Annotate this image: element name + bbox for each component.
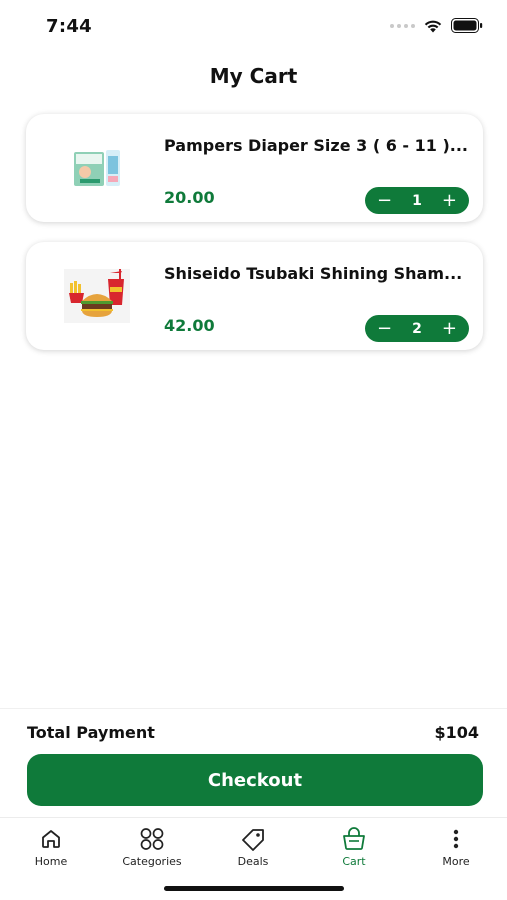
product-thumbnail xyxy=(62,138,132,198)
total-payment-value: $104 xyxy=(434,723,479,742)
tab-categories[interactable]: Categories xyxy=(107,826,197,868)
home-indicator xyxy=(164,886,344,891)
product-thumbnail xyxy=(62,266,132,326)
tab-more[interactable]: More xyxy=(411,826,501,868)
quantity-stepper: − 2 + xyxy=(365,315,469,342)
increase-quantity-button[interactable]: + xyxy=(442,319,457,338)
quantity-value: 2 xyxy=(412,320,422,337)
burger-fries-image xyxy=(64,269,130,323)
categories-icon xyxy=(140,828,164,850)
tab-deals[interactable]: Deals xyxy=(208,826,298,868)
cart-item-card[interactable]: Shiseido Tsubaki Shining Sham... 42.00 −… xyxy=(26,242,483,350)
decrease-quantity-button[interactable]: − xyxy=(377,319,392,338)
increase-quantity-button[interactable]: + xyxy=(442,191,457,210)
tab-label: More xyxy=(442,855,470,868)
quantity-value: 1 xyxy=(412,192,422,209)
diaper-pack-image xyxy=(74,150,120,186)
product-price: 20.00 xyxy=(164,188,215,207)
decrease-quantity-button[interactable]: − xyxy=(377,191,392,210)
more-vertical-icon xyxy=(453,829,459,849)
status-bar: 7:44 xyxy=(0,0,507,52)
tab-label: Home xyxy=(34,855,68,868)
tab-label: Cart xyxy=(342,855,366,868)
tab-label: Categories xyxy=(122,855,182,868)
tab-home[interactable]: Home xyxy=(6,826,96,868)
tab-cart[interactable]: Cart xyxy=(309,826,399,868)
status-icons xyxy=(390,18,483,33)
tag-icon xyxy=(242,829,264,851)
product-price: 42.00 xyxy=(164,316,215,335)
product-name: Pampers Diaper Size 3 ( 6 - 11 )... xyxy=(164,136,469,155)
tab-label: Deals xyxy=(237,855,269,868)
product-name: Shiseido Tsubaki Shining Sham... xyxy=(164,264,463,283)
payment-summary: Total Payment $104 Checkout xyxy=(0,708,507,818)
quantity-stepper: − 1 + xyxy=(365,187,469,214)
checkout-button[interactable]: Checkout xyxy=(27,754,483,806)
battery-icon xyxy=(451,18,483,33)
status-time: 7:44 xyxy=(46,16,92,37)
home-icon xyxy=(42,830,60,848)
cart-item-card[interactable]: Pampers Diaper Size 3 ( 6 - 11 )... 20.0… xyxy=(26,114,483,222)
page-title: My Cart xyxy=(209,64,298,88)
basket-icon xyxy=(343,827,365,850)
signal-dots-icon xyxy=(390,23,415,28)
total-payment-label: Total Payment xyxy=(27,723,155,742)
wifi-icon xyxy=(424,20,442,33)
